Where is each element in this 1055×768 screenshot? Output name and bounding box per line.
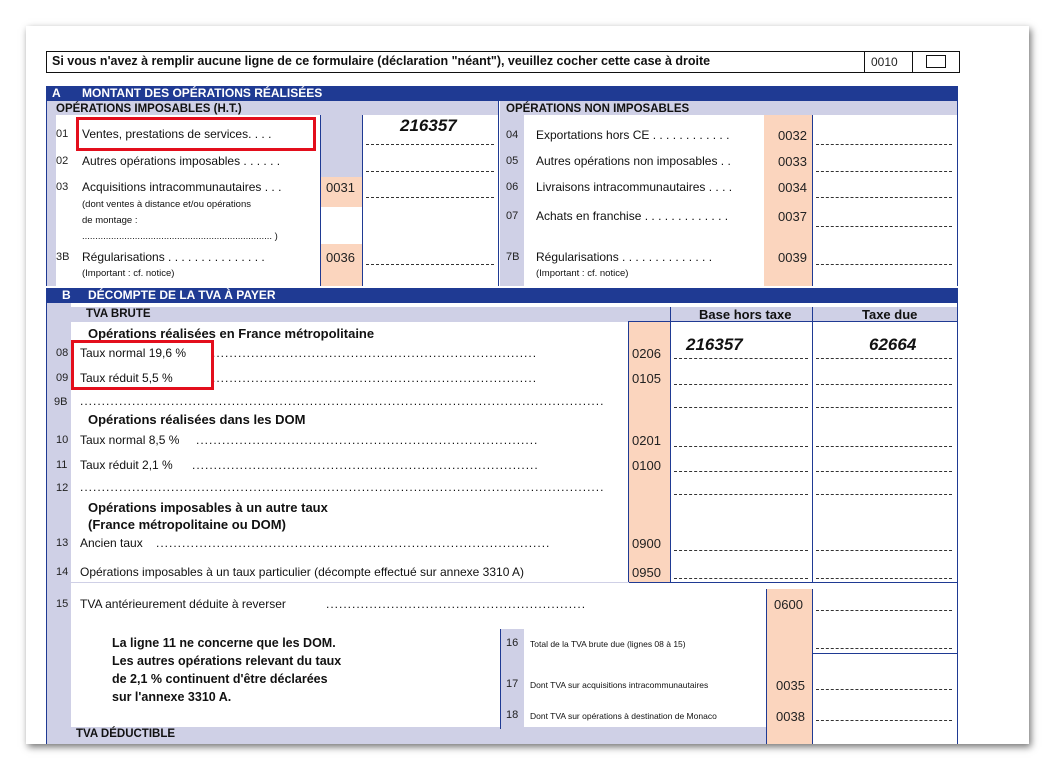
row-07-label: Achats en franchise . . . . . . . . . . … xyxy=(536,209,729,223)
row-14-num: 14 xyxy=(56,566,69,578)
dom-note-line-2: Les autres opérations relevant du taux xyxy=(112,654,342,668)
row-17-num: 17 xyxy=(506,678,519,690)
row-11-num: 11 xyxy=(56,459,68,471)
row-07-num: 07 xyxy=(506,210,519,222)
row-07-code: 0037 xyxy=(778,209,807,224)
dom-note-line-1: La ligne 11 ne concerne que les DOM. xyxy=(112,636,336,650)
row-04-code: 0032 xyxy=(778,128,807,143)
section-a-title: MONTANT DES OPÉRATIONS RÉALISÉES xyxy=(82,86,323,100)
row-03-code: 0031 xyxy=(326,180,355,195)
row-05-label: Autres opérations non imposables . . xyxy=(536,154,731,168)
row-18-num: 18 xyxy=(506,709,519,721)
sub-dom-header: Opérations réalisées dans les DOM xyxy=(88,412,306,427)
row-09-num: 09 xyxy=(56,372,69,384)
row-7b-code: 0039 xyxy=(778,250,807,265)
row-01-value[interactable]: 216357 xyxy=(400,116,457,136)
neant-code-divider2 xyxy=(912,51,913,72)
row-08-num: 08 xyxy=(56,347,69,359)
col-base-header: Base hors taxe xyxy=(699,307,792,322)
row-14-label: Opérations imposables à un taux particul… xyxy=(80,565,525,579)
row-09-code: 0105 xyxy=(632,371,661,386)
row-9b-num: 9B xyxy=(54,396,68,408)
row-11-code: 0100 xyxy=(632,458,661,473)
row-06-num: 06 xyxy=(506,181,519,193)
right-section-header: OPÉRATIONS NON IMPOSABLES xyxy=(506,103,690,115)
row-16-label: Total de la TVA brute due (lignes 08 à 1… xyxy=(530,639,686,649)
row-18-code: 0038 xyxy=(776,709,805,724)
highlight-rows-08-09 xyxy=(71,340,214,390)
row-16-num: 16 xyxy=(506,637,519,649)
sub-autre-header-1: Opérations imposables à un autre taux xyxy=(88,500,328,515)
row-13-label: Ancien taux xyxy=(80,536,143,550)
neant-checkbox[interactable] xyxy=(926,55,946,68)
row-10-code: 0201 xyxy=(632,433,661,448)
row-15-code: 0600 xyxy=(774,597,803,612)
row-06-code: 0034 xyxy=(778,180,807,195)
sub-metro-header: Opérations réalisées en France métropoli… xyxy=(88,326,375,341)
left-section-header: OPÉRATIONS IMPOSABLES (H.T.) xyxy=(56,103,242,115)
row-7b-num: 7B xyxy=(506,251,520,263)
row-03-note1: (dont ventes à distance et/ou opérations xyxy=(82,199,252,210)
row-02-label: Autres opérations imposables . . . . . . xyxy=(82,154,281,168)
row-7b-label: Régularisations . . . . . . . . . . . . … xyxy=(536,250,713,264)
neant-code-divider xyxy=(864,51,865,72)
section-a-letter: A xyxy=(52,86,61,100)
row-14-code: 0950 xyxy=(632,565,661,580)
row-08-code: 0206 xyxy=(632,346,661,361)
row-11-label: Taux réduit 2,1 % xyxy=(80,458,173,472)
row-18-label: Dont TVA sur opérations à destination de… xyxy=(530,711,717,721)
tva-brute-header: TVA BRUTE xyxy=(86,308,151,320)
neant-notice-text: Si vous n'avez à remplir aucune ligne de… xyxy=(52,54,711,68)
row-17-code: 0035 xyxy=(776,678,805,693)
row-3b-note: (Important : cf. notice) xyxy=(82,268,175,279)
row-04-label: Exportations hors CE . . . . . . . . . .… xyxy=(536,128,730,142)
row-03-label: Acquisitions intracommunautaires . . . xyxy=(82,180,282,194)
row-08-base[interactable]: 216357 xyxy=(686,335,743,355)
row-03-note2: de montage : xyxy=(82,215,138,226)
row-15-label: TVA antérieurement déduite à reverser xyxy=(80,597,286,611)
row-10-num: 10 xyxy=(56,434,69,446)
row-17-label: Dont TVA sur acquisitions intracommunaut… xyxy=(530,680,709,690)
section-b-title: DÉCOMPTE DE LA TVA À PAYER xyxy=(88,288,276,302)
dom-note-line-4: sur l'annexe 3310 A. xyxy=(112,690,232,704)
row-02-num: 02 xyxy=(56,155,69,167)
row-3b-label: Régularisations . . . . . . . . . . . . … xyxy=(82,250,265,264)
highlight-row-01 xyxy=(76,117,316,151)
row-05-num: 05 xyxy=(506,155,519,167)
form-page: Si vous n'avez à remplir aucune ligne de… xyxy=(26,26,1029,744)
col-tax-header: Taxe due xyxy=(862,307,918,322)
row-3b-code: 0036 xyxy=(326,250,355,265)
row-03-note3: ........................................… xyxy=(82,231,278,242)
row-10-label: Taux normal 8,5 % xyxy=(80,433,180,447)
row-06-label: Livraisons intracommunautaires . . . . xyxy=(536,180,733,194)
row-12-num: 12 xyxy=(56,482,69,494)
row-03-num: 03 xyxy=(56,181,69,193)
row-3b-num: 3B xyxy=(56,251,70,263)
section-b-letter: B xyxy=(62,288,71,302)
row-15-num: 15 xyxy=(56,598,69,610)
row-13-code: 0900 xyxy=(632,536,661,551)
sub-autre-header-2: (France métropolitaine ou DOM) xyxy=(88,517,286,532)
row-01-num: 01 xyxy=(56,128,69,140)
row-08-tax[interactable]: 62664 xyxy=(869,335,916,355)
row-13-num: 13 xyxy=(56,537,69,549)
row-04-num: 04 xyxy=(506,129,519,141)
tva-deductible-header: TVA DÉDUCTIBLE xyxy=(76,728,176,740)
neant-code: 0010 xyxy=(871,55,898,69)
row-05-code: 0033 xyxy=(778,154,807,169)
row-7b-note: (Important : cf. notice) xyxy=(536,268,629,279)
dom-note-line-3: de 2,1 % continuent d'être déclarées xyxy=(112,672,328,686)
